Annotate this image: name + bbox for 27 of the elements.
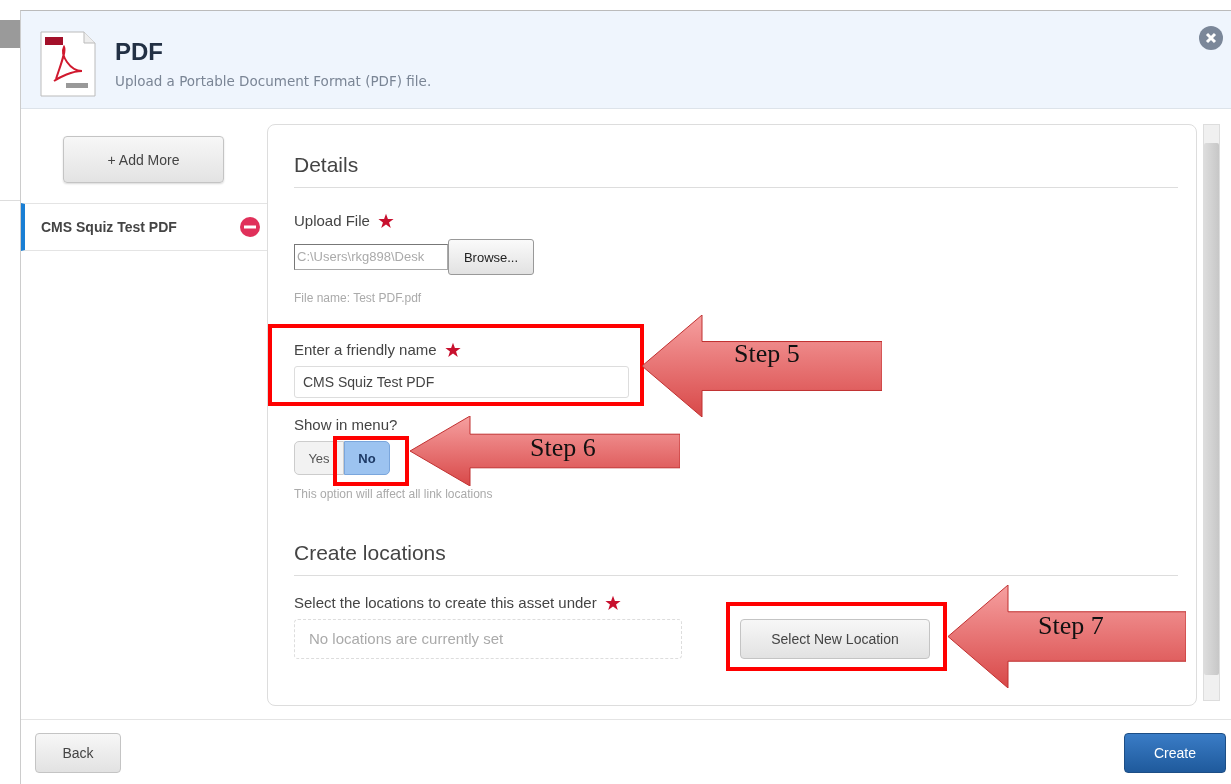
- field-label: Select the locations to create this asset under: [294, 594, 597, 611]
- field-label: Show in menu?: [294, 416, 398, 433]
- back-button[interactable]: Back: [35, 732, 121, 773]
- step-label: Step 6: [530, 433, 596, 463]
- browse-button[interactable]: Browse...: [448, 239, 534, 275]
- field-label: Upload File: [294, 212, 370, 229]
- locations-list: No locations are currently set: [294, 619, 682, 659]
- field-label: Enter a friendly name: [294, 341, 437, 358]
- section-heading: Create locations: [294, 541, 446, 565]
- add-more-button[interactable]: + Add More: [63, 136, 224, 183]
- pdf-file-icon: [40, 31, 96, 97]
- hint-text: This option will affect all link locations: [294, 487, 493, 501]
- section-heading: Details: [294, 153, 359, 177]
- toggle-option[interactable]: Yes: [294, 441, 344, 475]
- remove-icon[interactable]: [240, 217, 260, 237]
- close-icon[interactable]: [1199, 26, 1223, 50]
- sidebar-item[interactable]: CMS Squiz Test PDF: [21, 203, 267, 251]
- dialog-subtitle: Upload a Portable Document Format (PDF) file.: [115, 73, 432, 89]
- dialog-title: PDF: [115, 37, 164, 67]
- step-label: Step 5: [734, 339, 800, 369]
- create-button[interactable]: Create: [1124, 732, 1226, 773]
- step-label: Step 7: [1038, 611, 1104, 641]
- friendly-name-field[interactable]: CMS Squiz Test PDF: [294, 366, 629, 398]
- toggle-option[interactable]: No: [344, 441, 390, 475]
- select-location-button[interactable]: Select New Location: [740, 619, 930, 659]
- scrollbar[interactable]: [1203, 124, 1220, 701]
- file-name-text: File name: Test PDF.pdf: [294, 291, 422, 305]
